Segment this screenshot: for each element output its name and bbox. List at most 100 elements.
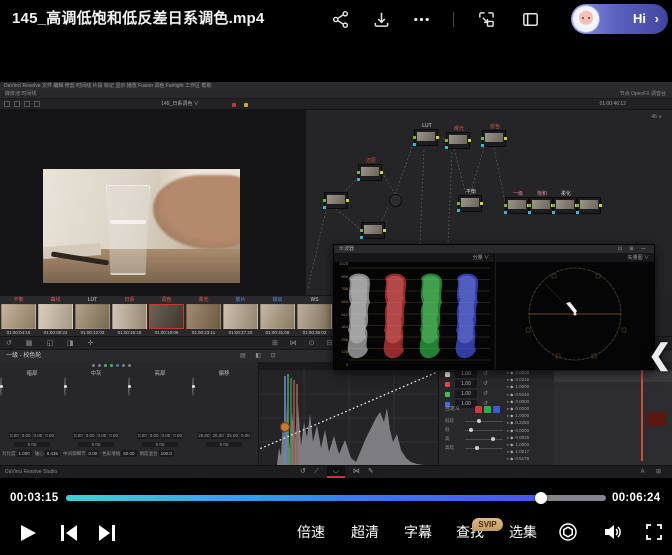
grade-node[interactable] xyxy=(361,222,385,239)
curve-tool-tabs[interactable]: ↺ ⟋ ◡ ⋈ ✎ xyxy=(300,466,374,478)
share-icon[interactable] xyxy=(331,10,350,29)
node-input-dot[interactable] xyxy=(552,204,555,207)
grade-node[interactable]: LUT xyxy=(414,129,438,146)
wheel-ring[interactable] xyxy=(0,377,2,396)
palette-page-dots[interactable] xyxy=(92,364,131,367)
wheel-cursor[interactable] xyxy=(128,385,131,388)
wheel-cursor[interactable] xyxy=(0,385,3,388)
adjust-field[interactable]: 色彩增幅 50.00 xyxy=(102,450,136,457)
wheel-ring[interactable] xyxy=(128,377,130,396)
scopes-window-controls[interactable]: ⊡ ⊞ — xyxy=(618,245,649,254)
waveform-subheader[interactable]: 分量 ∨ xyxy=(334,254,494,262)
find-button[interactable]: 查找 xyxy=(456,509,484,555)
node-input-dot[interactable] xyxy=(457,202,460,205)
red-tag[interactable] xyxy=(647,412,666,426)
color-wheel[interactable]: 暗部 0.000.000.000.00 0.00 xyxy=(0,370,64,458)
fullscreen-icon[interactable] xyxy=(644,522,664,542)
panel-expand-chevron[interactable]: ❮ xyxy=(648,338,671,371)
node-mask-dot[interactable] xyxy=(323,206,326,209)
node-output-dot[interactable] xyxy=(468,139,471,142)
channel-value[interactable]: 1.00 xyxy=(455,390,477,398)
clip-thumbnail[interactable] xyxy=(186,304,221,329)
adjust-value[interactable]: 0.435 xyxy=(45,450,60,457)
curve-tab-icon[interactable]: ⟋ xyxy=(314,466,319,478)
node-input-dot[interactable] xyxy=(445,139,448,142)
keyframe-row[interactable]: ▸◆1.0000 xyxy=(507,412,553,419)
playhead[interactable] xyxy=(641,369,643,461)
node-output-dot[interactable] xyxy=(436,136,439,139)
slider-handle[interactable] xyxy=(491,437,495,441)
scopes-header[interactable]: 示波器 ⊡ ⊞ — xyxy=(334,245,654,254)
aperture-icon[interactable] xyxy=(558,522,578,542)
download-icon[interactable] xyxy=(372,10,391,29)
keyframe-row[interactable]: ▸◆0.0000 xyxy=(507,405,553,412)
vectorscope-mode-select[interactable]: 矢量图 ∨ xyxy=(628,254,649,262)
color-wheel[interactable]: 中灰 0.000.000.000.00 0.00 xyxy=(64,370,128,458)
screenshot-icon[interactable] xyxy=(477,10,496,29)
red-channel-chip[interactable] xyxy=(475,406,482,413)
volume-icon[interactable] xyxy=(602,522,622,542)
mixer-node[interactable] xyxy=(389,194,402,207)
wheel-master-value[interactable]: 0.00 xyxy=(142,442,178,447)
grade-node[interactable]: 校色 xyxy=(482,130,506,147)
slider-track[interactable] xyxy=(465,448,503,449)
keyframe-row[interactable]: ▸◆0.2250 xyxy=(507,419,553,426)
clip-item[interactable]: 柔光 01:00:23:11 xyxy=(185,296,222,336)
node-output-dot[interactable] xyxy=(504,137,507,140)
clip-item[interactable]: 日系 01:00:15:18 xyxy=(111,296,148,336)
grade-node[interactable]: 平衡 xyxy=(458,195,482,212)
channel-gain-row[interactable]: 1.00 ↺ xyxy=(445,380,505,389)
wheel-cursor[interactable] xyxy=(192,385,195,388)
clip-thumbnail[interactable] xyxy=(260,304,295,329)
keyframe-row[interactable]: ▸◆1.0000 xyxy=(507,383,553,390)
clip-item[interactable]: 输出 01:00:31:09 xyxy=(259,296,296,336)
adjust-value[interactable]: 0.00 xyxy=(87,450,100,457)
vectorscope-subheader[interactable]: 矢量图 ∨ xyxy=(496,254,654,262)
green-channel-chip[interactable] xyxy=(484,406,491,413)
reset-icon[interactable]: ↺ xyxy=(483,380,488,388)
curve-tab-icon[interactable]: ↺ xyxy=(300,466,306,478)
next-episode-icon[interactable] xyxy=(96,523,118,543)
clip-thumbnail[interactable] xyxy=(1,304,36,329)
speed-button[interactable]: 倍速 xyxy=(297,509,325,555)
adjust-value[interactable]: 100.0 xyxy=(159,450,174,457)
wheel-ring[interactable] xyxy=(64,377,66,396)
curves-plot[interactable] xyxy=(259,370,439,465)
wheel-master-value[interactable]: 0.00 xyxy=(14,442,50,447)
node-mask-dot[interactable] xyxy=(528,211,531,214)
slider-track[interactable] xyxy=(465,439,503,440)
keyframe-row[interactable]: ▸◆0.0000 xyxy=(507,369,553,376)
clip-item[interactable]: WS 01:00:35:02 xyxy=(296,296,333,336)
reset-icon[interactable]: ↺ xyxy=(483,390,488,398)
channel-value[interactable]: 1.00 xyxy=(455,370,477,378)
node-input-dot[interactable] xyxy=(323,199,326,202)
wheel-master-value[interactable]: 0.00 xyxy=(206,442,242,447)
soft-clip-slider[interactable]: 低软 xyxy=(445,417,505,425)
waveform-mode-select[interactable]: 分量 ∨ xyxy=(473,254,489,262)
clip-thumbnail[interactable] xyxy=(149,304,184,329)
adjust-field[interactable]: 轴心 0.435 xyxy=(35,450,60,457)
progress-bar[interactable] xyxy=(66,495,606,501)
clip-thumbnail[interactable] xyxy=(297,304,332,329)
progress-thumb[interactable] xyxy=(535,492,547,504)
node-output-dot[interactable] xyxy=(383,229,386,232)
channel-value[interactable]: 1.00 xyxy=(455,380,477,388)
slider-handle[interactable] xyxy=(475,446,479,450)
node-output-dot[interactable] xyxy=(480,202,483,205)
keyframe-row[interactable]: ▸◆0.0000 xyxy=(507,427,553,434)
node-mask-dot[interactable] xyxy=(457,209,460,212)
node-output-dot[interactable] xyxy=(599,204,602,207)
slider-handle[interactable] xyxy=(477,419,481,423)
curve-tab-active[interactable]: ◡ xyxy=(327,466,345,478)
slider-handle[interactable] xyxy=(469,428,473,432)
keyframe-row[interactable]: ▸◆0.5178 xyxy=(507,455,553,462)
adjust-field[interactable]: 对比度 1.000 xyxy=(2,450,32,457)
color-wheel[interactable]: 偏移 25.0025.0025.000.00 0.00 xyxy=(192,370,256,458)
soft-clip-slider[interactable]: 低 xyxy=(445,426,505,434)
adjust-field[interactable]: 明度混合 100.0 xyxy=(140,450,174,457)
slider-track[interactable] xyxy=(465,430,503,431)
quality-button[interactable]: 超清 xyxy=(351,509,379,555)
node-input-dot[interactable] xyxy=(504,204,507,207)
wheel-ring[interactable] xyxy=(192,377,194,396)
soft-clip-slider[interactable]: 高 xyxy=(445,435,505,443)
